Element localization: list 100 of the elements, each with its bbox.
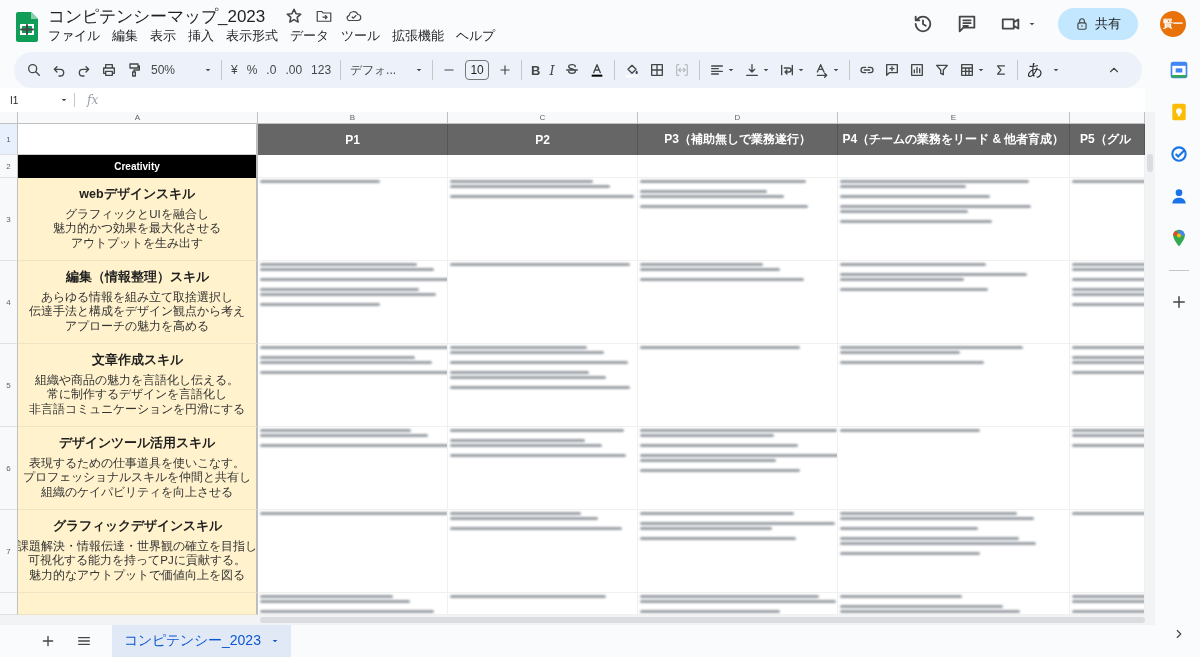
caret-icon[interactable]: [415, 66, 424, 74]
document-title[interactable]: コンピテンシーマップ_2023: [48, 4, 266, 28]
table-cell[interactable]: P2: [448, 124, 638, 155]
table-cell[interactable]: デザインツール活用スキル 表現するための仕事道具を使いこなす。 プロフェッショナルスキルを仲間と共有し 組織のケイパビリティを向上させる: [18, 427, 258, 510]
calendar-icon[interactable]: [1169, 60, 1189, 80]
text-wrap-icon[interactable]: [778, 62, 795, 78]
table-cell[interactable]: [18, 593, 258, 615]
skill-description: 非言語コミュニケーションを円滑にする: [29, 401, 245, 416]
column-header[interactable]: B: [258, 112, 448, 124]
add-sheet-icon[interactable]: [40, 633, 56, 649]
skill-description: プロフェッショナルスキルを仲間と共有し: [23, 470, 251, 485]
skill-description: 常に制作するデザインを言語化し: [47, 387, 227, 402]
skill-description: グラフィックとUIを融合し: [65, 206, 209, 222]
row-header[interactable]: 5: [0, 344, 18, 427]
menu-item[interactable]: 編集: [112, 28, 144, 45]
lock-icon[interactable]: [1075, 17, 1089, 31]
skill-description: 課題解決・情報伝達・世界観の確立を目指し: [18, 538, 256, 554]
history-icon[interactable]: [912, 13, 934, 35]
add-comment-icon[interactable]: [883, 62, 900, 78]
row-header[interactable]: 3: [0, 178, 18, 261]
table-cell[interactable]: P3（補助無しで業務遂行）: [638, 124, 838, 155]
caret-icon[interactable]: [60, 96, 68, 104]
column-header[interactable]: D: [638, 112, 838, 124]
italic-button[interactable]: I: [549, 62, 555, 78]
row-header[interactable]: 2: [0, 155, 18, 178]
column-header[interactable]: A: [18, 112, 258, 124]
decrease-decimal-button[interactable]: .0: [266, 63, 277, 77]
font-select[interactable]: デフォ...: [350, 61, 407, 79]
increase-decimal-button[interactable]: .00: [285, 63, 303, 77]
menu-item[interactable]: 挿入: [188, 28, 220, 45]
table-cell[interactable]: 編集（情報整理）スキル あらゆる情報を組み立て取捨選択し 伝達手法と構成をデザイン観点から考え アプローチの魅力を高める: [18, 261, 258, 344]
table-cell[interactable]: グラフィックデザインスキル 課題解決・情報伝達・世界観の確立を目指し 可視化する能力を持ってPJに貢献する。 魅力的なアウトプットで価値向上を図る: [18, 510, 258, 593]
menu-item[interactable]: 表示形式: [226, 28, 284, 45]
menu-item[interactable]: ヘルプ: [456, 28, 501, 45]
number-format-button[interactable]: 123: [311, 63, 332, 77]
search-icon[interactable]: [26, 62, 42, 78]
menu-item[interactable]: データ: [290, 28, 335, 45]
percent-format-button[interactable]: %: [246, 63, 258, 77]
fill-color-icon[interactable]: [623, 62, 640, 78]
caret-icon[interactable]: [976, 66, 985, 74]
currency-format-button[interactable]: ¥: [231, 63, 238, 77]
table-cell[interactable]: P4（チームの業務をリード & 他者育成）: [838, 124, 1070, 155]
align-left-icon[interactable]: [708, 62, 725, 78]
skill-description: 表現するための仕事道具を使いこなす。: [29, 455, 245, 471]
chart-icon[interactable]: [908, 62, 925, 78]
filter-icon[interactable]: [933, 62, 950, 78]
plus-icon[interactable]: [498, 63, 513, 77]
row-header[interactable]: 7: [0, 510, 18, 593]
zoom-select[interactable]: 50%: [151, 63, 195, 77]
skill-description: あらゆる情報を組み立て取捨選択し: [41, 289, 233, 305]
skill-description: 魅力的なアウトプットで価値向上を図る: [29, 567, 245, 582]
skill-title: webデザインスキル: [79, 188, 195, 202]
person-icon[interactable]: [1169, 186, 1189, 206]
skill-description: 組織や商品の魅力を言語化し伝える。: [35, 372, 239, 388]
caret-icon[interactable]: [270, 637, 279, 645]
menu-item[interactable]: 表示: [150, 28, 182, 45]
menu-item[interactable]: ファイル: [48, 28, 106, 45]
skill-title: グラフィックデザインスキル: [52, 520, 222, 534]
row-header[interactable]: 1: [0, 124, 18, 155]
caret-icon[interactable]: [1028, 20, 1036, 28]
skill-title: 編集（情報整理）スキル: [65, 271, 209, 285]
menu-item[interactable]: ツール: [341, 28, 386, 45]
caret-icon[interactable]: [831, 66, 840, 74]
star-icon[interactable]: [285, 7, 304, 25]
skill-title: 文章作成スキル: [91, 354, 183, 368]
caret-icon[interactable]: [761, 66, 770, 74]
skill-description: 可視化する能力を持ってPJに貢献する。: [28, 553, 246, 568]
skill-title: デザインツール活用スキル: [59, 437, 215, 451]
borders-icon[interactable]: [648, 62, 665, 78]
input-tools-button[interactable]: あ: [1026, 59, 1043, 81]
print-icon[interactable]: [101, 62, 117, 78]
caret-icon[interactable]: [796, 66, 805, 74]
row-header[interactable]: 6: [0, 427, 18, 510]
plus-icon[interactable]: [1170, 293, 1188, 311]
row-header[interactable]: 4: [0, 261, 18, 344]
table-cell[interactable]: P5（グル: [1070, 124, 1145, 155]
skill-description: 組織のケイパビリティを向上させる: [41, 484, 233, 499]
paint-format-icon[interactable]: [126, 62, 142, 78]
spreadsheet-logo-icon[interactable]: [16, 12, 38, 42]
sheet-tab[interactable]: コンピテンシー_2023: [112, 625, 291, 657]
column-header[interactable]: E: [838, 112, 1070, 124]
column-header[interactable]: C: [448, 112, 638, 124]
name-box[interactable]: I1: [10, 94, 19, 106]
bold-button[interactable]: B: [531, 62, 541, 78]
share-button[interactable]: 共有: [1058, 8, 1138, 40]
vertical-align-icon[interactable]: [743, 62, 760, 78]
merge-cells-icon[interactable]: [673, 62, 690, 78]
font-size-field[interactable]: 10: [465, 60, 490, 80]
comment-icon[interactable]: [956, 13, 978, 35]
table-cell[interactable]: Creativity: [18, 155, 258, 178]
table-view-icon[interactable]: [958, 62, 975, 78]
table-cell[interactable]: 文章作成スキル 組織や商品の魅力を言語化し伝える。 常に制作するデザインを言語化し 非言語コミュニケーションを円滑にする: [18, 344, 258, 427]
table-cell[interactable]: webデザインスキル グラフィックとUIを融合し 魅力的かつ効果を最大化させる アウトプットを生み出す: [18, 178, 258, 261]
caret-icon[interactable]: [726, 66, 735, 74]
menu-item[interactable]: 拡張機能: [392, 28, 450, 45]
tasks-icon[interactable]: [1169, 144, 1189, 164]
caret-icon[interactable]: [204, 66, 212, 74]
skill-description: アウトプットを生み出す: [71, 235, 203, 250]
caret-icon[interactable]: [1051, 66, 1060, 74]
table-cell[interactable]: P1: [258, 124, 448, 155]
